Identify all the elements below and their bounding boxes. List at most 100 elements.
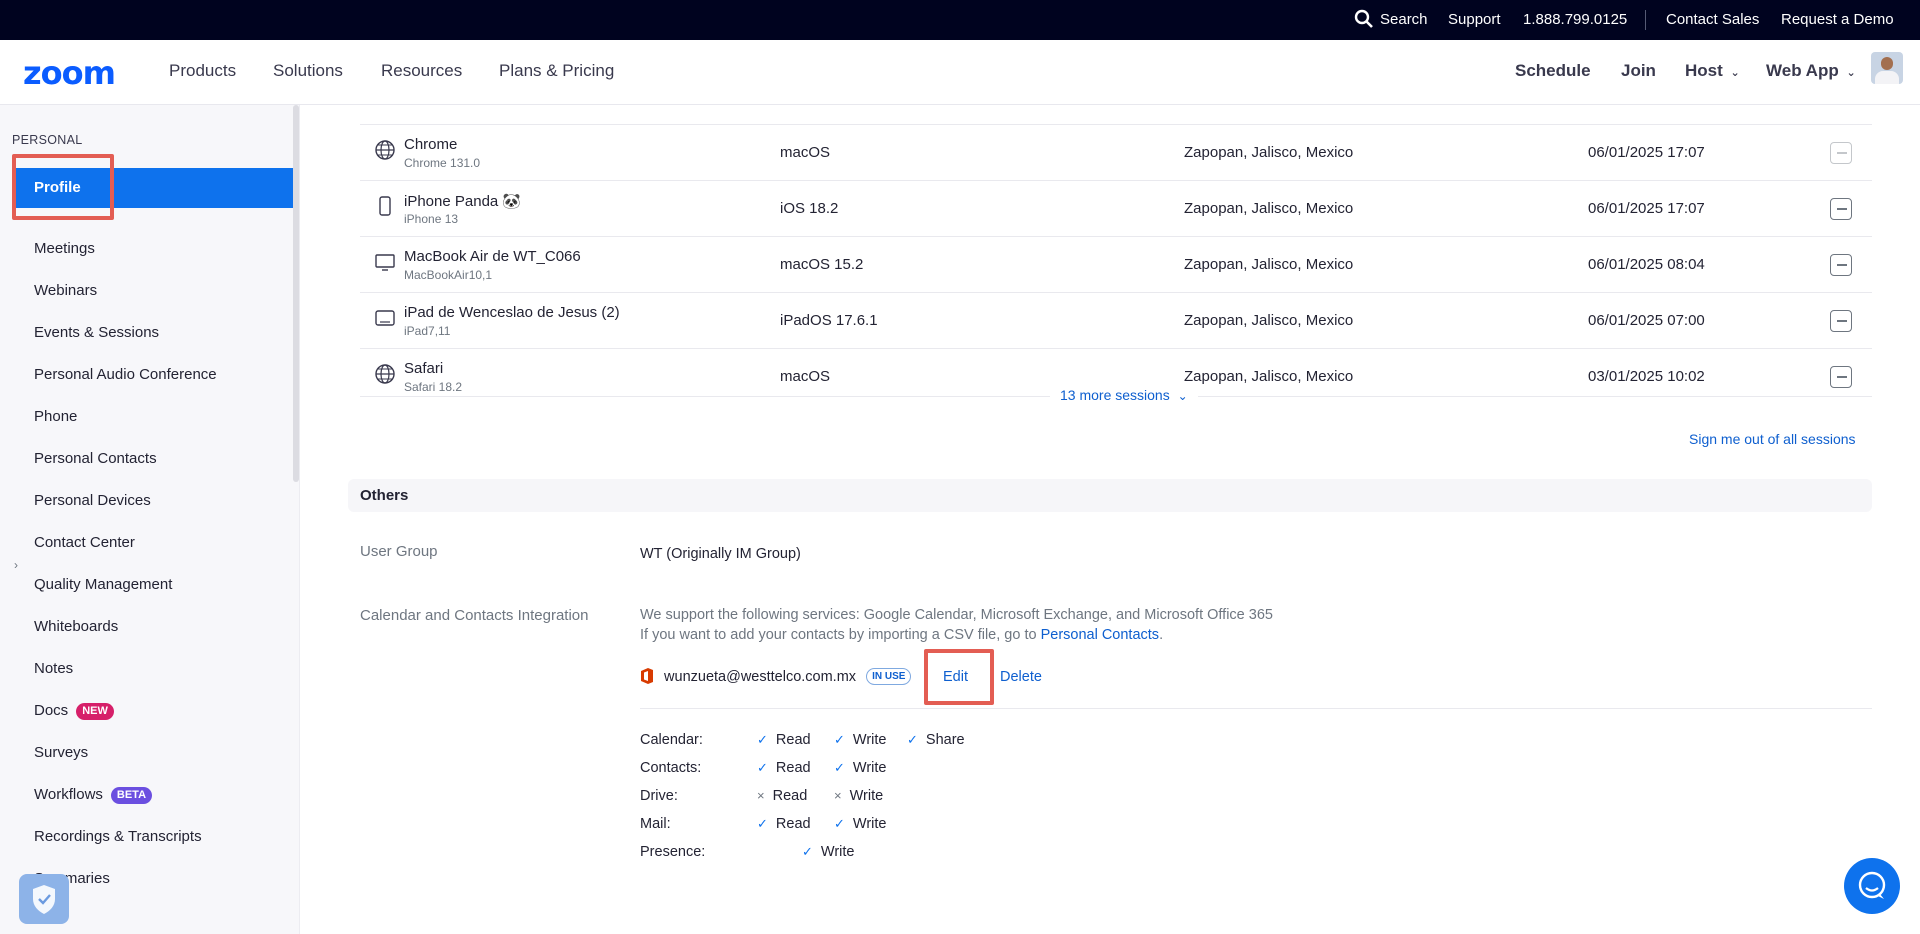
sidebar-item-notes[interactable]: Notes — [34, 649, 294, 689]
permission-label: Drive: — [640, 788, 678, 804]
permission-item-label: Write — [852, 816, 887, 832]
sign-out-all-link[interactable]: Sign me out of all sessions — [1689, 431, 1856, 447]
main-content: Chrome Chrome 131.0 macOS Zapopan, Jalis… — [300, 105, 1920, 934]
personal-contacts-link[interactable]: Personal Contacts — [1041, 627, 1159, 643]
device-location: Zapopan, Jalisco, Mexico — [1184, 200, 1354, 217]
check-icon: ✓ — [907, 732, 918, 747]
device-time: 06/01/2025 07:00 — [1588, 312, 1705, 329]
device-name: Safari — [404, 360, 444, 377]
nav-web-app[interactable]: Web App ⌄ — [1766, 61, 1856, 81]
contact-sales-link[interactable]: Contact Sales — [1666, 11, 1759, 28]
device-model: Chrome 131.0 — [404, 156, 481, 170]
permission-item-label: Share — [925, 732, 965, 748]
nav-resources[interactable]: Resources — [381, 61, 462, 81]
sidebar-item-label: Personal Contacts — [34, 450, 157, 467]
chevron-right-icon[interactable]: › — [14, 558, 18, 572]
sidebar-item-label: Whiteboards — [34, 618, 119, 635]
sidebar-item-label: Personal Audio Conference — [34, 366, 217, 383]
permission-item: ✓ Write — [834, 760, 886, 776]
sidebar-item-label: Recordings & Transcripts — [34, 828, 202, 845]
host-label: Host — [1685, 61, 1723, 80]
avatar-head — [1881, 57, 1893, 70]
sidebar-scrollbar[interactable] — [293, 105, 299, 482]
sidebar-item-summaries[interactable]: Summaries — [34, 859, 294, 899]
device-time: 06/01/2025 17:07 — [1588, 144, 1705, 161]
chevron-down-icon: ⌄ — [1730, 67, 1740, 79]
permission-label: Mail: — [640, 816, 671, 832]
csv-import-label: If you want to add your contacts by impo… — [640, 627, 1037, 643]
permission-item: ✓ Read — [757, 732, 811, 748]
sign-out-icon[interactable] — [1830, 254, 1852, 276]
globe-icon — [375, 140, 395, 160]
sidebar-item-personal-contacts[interactable]: Personal Contacts — [34, 439, 294, 479]
sidebar-item-personal-devices[interactable]: Personal Devices — [34, 481, 294, 521]
permission-item-label: Write — [852, 760, 887, 776]
device-name: MacBook Air de WT_C066 — [404, 248, 581, 265]
table-row: iPad de Wenceslao de Jesus (2) iPad7,11 … — [360, 293, 1872, 349]
permission-item: ✓ Write — [802, 844, 854, 860]
top-utility-bar: Search Support 1.888.799.0125 Contact Sa… — [0, 0, 1920, 40]
more-sessions-link[interactable]: 13 more sessions ⌄ — [1050, 387, 1198, 403]
sidebar-item-recordings-transcripts[interactable]: Recordings & Transcripts — [34, 817, 294, 857]
monitor-icon — [375, 254, 395, 271]
sign-out-icon[interactable] — [1830, 142, 1852, 164]
chevron-down-icon: ⌄ — [1846, 67, 1856, 79]
highlight-edit — [924, 649, 994, 705]
chat-support-button[interactable] — [1844, 858, 1900, 914]
sidebar-item-personal-audio-conference[interactable]: Personal Audio Conference — [34, 355, 294, 395]
avatar[interactable] — [1871, 52, 1903, 84]
permission-item: ✓ Write — [834, 816, 886, 832]
permission-item: × Write — [834, 788, 883, 804]
permission-item: ✓ Read — [757, 760, 811, 776]
nav-schedule[interactable]: Schedule — [1515, 61, 1591, 81]
permission-item: ✓ Read — [757, 816, 811, 832]
sign-out-icon[interactable] — [1830, 198, 1852, 220]
device-os: macOS — [780, 144, 831, 161]
sidebar-item-whiteboards[interactable]: Whiteboards — [34, 607, 294, 647]
permission-item-label: Write — [852, 732, 887, 748]
sign-out-icon[interactable] — [1830, 310, 1852, 332]
permission-label: Presence: — [640, 844, 706, 860]
sidebar-item-surveys[interactable]: Surveys — [34, 733, 294, 773]
delete-button[interactable]: Delete — [1000, 669, 1042, 685]
sidebar-item-contact-center[interactable]: Contact Center — [34, 523, 294, 563]
sign-out-icon[interactable] — [1830, 366, 1852, 388]
nav-plans-pricing[interactable]: Plans & Pricing — [499, 61, 614, 81]
permission-item-label: Read — [775, 732, 811, 748]
sidebar-item-quality-management[interactable]: Quality Management — [34, 565, 294, 605]
search-icon — [1354, 9, 1373, 28]
tablet-icon — [375, 310, 395, 326]
sidebar-item-label: Workflows — [34, 786, 103, 803]
sidebar-item-label: Meetings — [34, 240, 95, 257]
cross-icon: × — [834, 788, 842, 803]
sidebar: PERSONAL Profile Meetings Webinars Event… — [0, 105, 300, 934]
request-demo-link[interactable]: Request a Demo — [1781, 11, 1894, 28]
nav-solutions[interactable]: Solutions — [273, 61, 343, 81]
sidebar-item-phone[interactable]: Phone — [34, 397, 294, 437]
permission-item-label: Write — [820, 844, 855, 860]
table-row: MacBook Air de WT_C066 MacBookAir10,1 ma… — [360, 237, 1872, 293]
device-name: Chrome — [404, 136, 458, 153]
sidebar-section-title: PERSONAL — [12, 133, 83, 147]
search-link[interactable]: Search — [1354, 9, 1428, 28]
connected-account: wunzueta@westtelco.com.mx IN USE — [640, 668, 912, 685]
sidebar-item-workflows[interactable]: Workflows BETA — [34, 775, 294, 815]
nav-join[interactable]: Join — [1621, 61, 1656, 81]
nav-products[interactable]: Products — [169, 61, 236, 81]
sidebar-item-events-sessions[interactable]: Events & Sessions — [34, 313, 294, 353]
phone-link[interactable]: 1.888.799.0125 — [1523, 11, 1627, 28]
user-group-label: User Group — [360, 543, 438, 560]
sidebar-item-label: Quality Management — [34, 576, 173, 593]
shield-icon[interactable] — [19, 874, 69, 924]
sidebar-item-docs[interactable]: Docs NEW — [34, 691, 294, 731]
table-row: iPhone Panda 🐼 iPhone 13 iOS 18.2 Zapopa… — [360, 181, 1872, 237]
zoom-logo[interactable]: zoom — [23, 54, 116, 92]
sidebar-item-meetings[interactable]: Meetings — [34, 229, 294, 269]
permission-item-label: Read — [775, 816, 811, 832]
support-link[interactable]: Support — [1448, 11, 1501, 28]
sidebar-item-webinars[interactable]: Webinars — [34, 271, 294, 311]
cross-icon: × — [757, 788, 765, 803]
nav-host[interactable]: Host ⌄ — [1685, 61, 1740, 81]
main-navigation: zoom Products Solutions Resources Plans … — [0, 40, 1920, 105]
device-location: Zapopan, Jalisco, Mexico — [1184, 368, 1354, 385]
